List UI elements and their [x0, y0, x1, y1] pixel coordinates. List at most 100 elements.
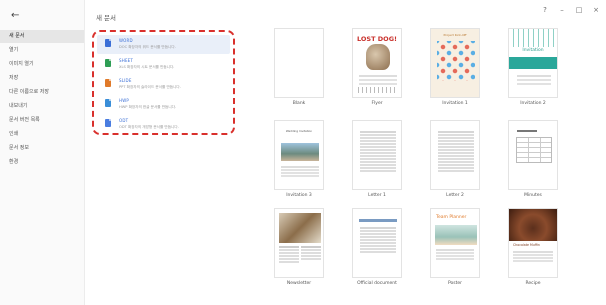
template-thumbnail: Team Planner: [430, 208, 480, 278]
template-thumbnail: Project Kick-Off: [430, 28, 480, 98]
sidebar-item[interactable]: 내보내기: [0, 100, 84, 113]
template-thumbnail: [430, 120, 480, 190]
thumbnail-photo: [281, 143, 319, 161]
template-thumbnail: Invitation: [508, 28, 558, 98]
template-thumbnail: [274, 208, 324, 278]
template-tile[interactable]: Newsletter: [274, 208, 324, 286]
template-label: Minutes: [524, 193, 542, 198]
template-tile[interactable]: Project Kick-Off Invitation 1: [430, 28, 480, 106]
sidebar-item[interactable]: 문서 버전 목록: [0, 114, 84, 127]
sidebar-item[interactable]: 다른 이름으로 저장: [0, 86, 84, 99]
thumbnail-hdr: Invitation: [522, 48, 544, 53]
template-thumbnail: [352, 208, 402, 278]
thumbnail-hdr: LOST DOG!: [356, 35, 398, 43]
app-item-sheet[interactable]: SHEET XLS 확장자의 시트 문서를 만듭니다.: [97, 55, 230, 74]
thumbnail-hdr: [517, 130, 537, 132]
template-tile[interactable]: Blank: [274, 28, 324, 106]
back-arrow-icon[interactable]: ←: [11, 10, 19, 21]
thumbnail-photo: [509, 209, 557, 241]
thumbnail-lines: [438, 131, 474, 133]
help-icon[interactable]: ?: [541, 6, 549, 14]
template-label: Invitation 3: [286, 193, 312, 198]
sidebar-item[interactable]: 열기: [0, 44, 84, 57]
thumbnail-band: [509, 29, 557, 47]
app-item-word[interactable]: WORD DOC 확장자의 워드 문서를 만듭니다.: [97, 35, 230, 54]
app-description: DOC 확장자의 워드 문서를 만듭니다.: [119, 45, 176, 49]
template-label: Invitation 1: [442, 101, 468, 106]
thumbnail-lines: [513, 251, 553, 253]
thumbnail-bar: [359, 219, 397, 222]
sidebar-item[interactable]: 인쇄: [0, 128, 84, 141]
app-type-list: WORD DOC 확장자의 워드 문서를 만듭니다. SHEET XLS 확장자의 시…: [92, 30, 235, 135]
sidebar-item[interactable]: 환경: [0, 156, 84, 169]
document-icon: [105, 39, 111, 47]
window-controls: ? – □ ×: [541, 6, 600, 14]
app-name: SHEET: [119, 58, 134, 63]
template-label: Flyer: [371, 101, 383, 106]
sidebar-item[interactable]: 저장: [0, 72, 84, 85]
minimize-icon[interactable]: –: [558, 6, 566, 14]
template-thumbnail: [274, 28, 324, 98]
app-description: XLS 확장자의 시트 문서를 만듭니다.: [119, 65, 175, 69]
template-tile[interactable]: Letter 1: [352, 120, 402, 198]
thumbnail-tabs: [358, 87, 398, 93]
maximize-icon[interactable]: □: [575, 6, 583, 14]
page-title: 새 문서: [96, 14, 117, 22]
template-thumbnail: [508, 120, 558, 190]
template-label: Blank: [292, 101, 306, 106]
app-name: HWP: [119, 98, 129, 103]
sidebar-item[interactable]: 새 문서: [0, 30, 84, 43]
app-name: ODT: [119, 118, 129, 123]
template-label: Invitation 2: [520, 101, 546, 106]
template-tile[interactable]: Chocolate Muffin Recipe: [508, 208, 558, 286]
template-label: Poster: [447, 281, 463, 286]
app-name: WORD: [119, 38, 133, 43]
template-label: Letter 1: [368, 193, 386, 198]
template-tile[interactable]: Letter 2: [430, 120, 480, 198]
document-icon: [105, 119, 111, 127]
thumbnail-lines: [360, 227, 396, 229]
document-icon: [105, 59, 111, 67]
thumbnail-icons: [437, 41, 475, 81]
thumbnail-hdr: Chocolate Muffin: [513, 243, 540, 247]
app-description: PPT 확장자의 슬라이드 문서를 만듭니다.: [119, 85, 181, 89]
sidebar: ← 새 문서 열기 이미지 열기 저장 다른 이름으로 저장 내보내기 문서 버전 목록 인쇄…: [0, 0, 85, 305]
document-icon: [105, 99, 111, 107]
template-thumbnail: Chocolate Muffin: [508, 208, 558, 278]
app-description: HWP 확장자의 한글 문서를 만듭니다.: [119, 105, 177, 109]
thumbnail-lines: [360, 131, 396, 133]
close-icon[interactable]: ×: [592, 6, 600, 14]
app-item-hwp[interactable]: HWP HWP 확장자의 한글 문서를 만듭니다.: [97, 95, 230, 114]
template-thumbnail: [352, 120, 402, 190]
sidebar-item[interactable]: 문서 정보: [0, 142, 84, 155]
thumbnail-lines: [279, 246, 299, 248]
thumbnail-block: [509, 57, 557, 69]
template-label: Newsletter: [286, 281, 312, 286]
sidebar-menu: 새 문서 열기 이미지 열기 저장 다른 이름으로 저장 내보내기 문서 버전 목록 인쇄 문서…: [0, 30, 84, 170]
thumbnail-photo: [435, 225, 477, 245]
template-label: Recipe: [525, 281, 541, 286]
template-tile[interactable]: Minutes: [508, 120, 558, 198]
thumbnail-table: [516, 137, 552, 163]
template-thumbnail: Wedding Invitation: [274, 120, 324, 190]
thumbnail-lines: [517, 75, 551, 77]
thumbnail-hdr: Wedding Invitation: [285, 129, 313, 133]
thumbnail-lines: [281, 166, 319, 168]
thumbnail-lines: [436, 249, 474, 251]
thumbnail-dog: [366, 44, 390, 70]
app-item-odt[interactable]: ODT ODT 확장자의 개방형 문서를 만듭니다.: [97, 115, 230, 134]
app-item-slide[interactable]: SLIDE PPT 확장자의 슬라이드 문서를 만듭니다.: [97, 75, 230, 94]
template-tile[interactable]: Wedding Invitation Invitation 3: [274, 120, 324, 198]
template-label: Letter 2: [446, 193, 464, 198]
thumbnail-hdr: Project Kick-Off: [443, 33, 467, 37]
template-label: Official document: [357, 281, 397, 286]
template-tile[interactable]: Team Planner Poster: [430, 208, 480, 286]
thumbnail-lines: [359, 75, 397, 77]
template-tile[interactable]: Official document: [352, 208, 402, 286]
template-tile[interactable]: LOST DOG! Flyer: [352, 28, 402, 106]
sidebar-item[interactable]: 이미지 열기: [0, 58, 84, 71]
template-tile[interactable]: Invitation Invitation 2: [508, 28, 558, 106]
thumbnail-hdr: Team Planner: [436, 215, 467, 220]
app-name: SLIDE: [119, 78, 132, 83]
app-description: ODT 확장자의 개방형 문서를 만듭니다.: [119, 125, 179, 129]
